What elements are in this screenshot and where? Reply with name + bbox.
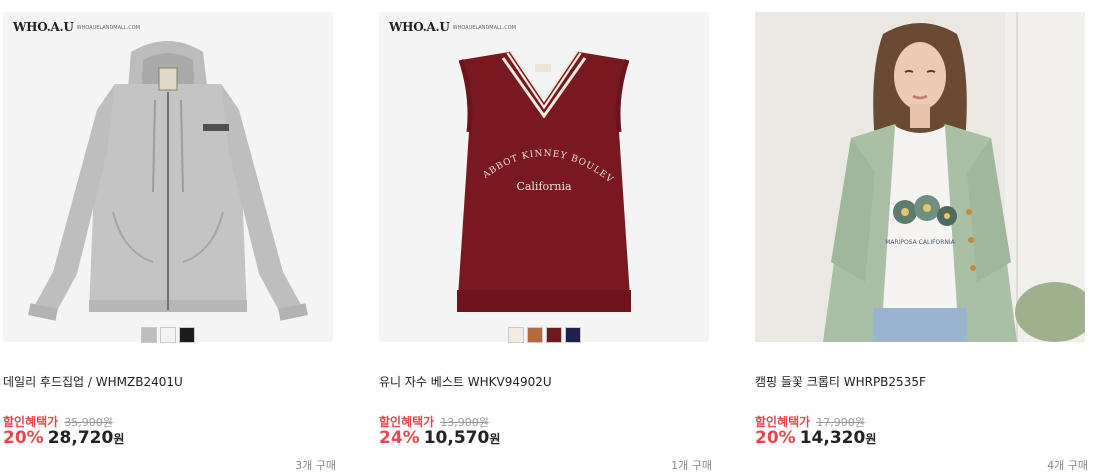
- color-swatch-white[interactable]: [160, 327, 176, 343]
- currency-unit: 원: [489, 432, 501, 446]
- purchase-count: 1개 구매: [671, 459, 712, 472]
- brand-logo: WHO.A.U WHOAUELANDMALL.COM: [13, 20, 140, 34]
- color-swatch-black[interactable]: [179, 327, 195, 343]
- sale-price: 14,320: [799, 428, 866, 448]
- color-swatch-gray[interactable]: [141, 327, 157, 343]
- promo-label: 할인혜택가: [3, 415, 59, 429]
- product-card[interactable]: ABBOT KINNEY BOULEVARD California WHO.A.…: [379, 12, 712, 472]
- purchase-count: 3개 구매: [295, 459, 336, 472]
- tee-print: MARIPOSA CALIFORNIA: [885, 239, 955, 246]
- product-title[interactable]: 유니 자수 베스트 WHKV94902U: [379, 373, 552, 390]
- color-swatches: [3, 327, 333, 343]
- hoodie-illustration: [28, 41, 308, 321]
- color-swatch-brown[interactable]: [526, 327, 543, 343]
- color-swatch-ivory[interactable]: [507, 327, 524, 343]
- brand-logo: WHO.A.U WHOAUELANDMALL.COM: [389, 20, 516, 34]
- color-swatches: [379, 327, 709, 343]
- discount-rate: 20%: [755, 428, 796, 448]
- product-title[interactable]: 데일리 후드집업 / WHMZB2401U: [3, 373, 183, 390]
- discount-rate: 20%: [3, 428, 44, 448]
- embroidery-text: California: [516, 180, 572, 193]
- promo-label: 할인혜택가: [755, 415, 811, 429]
- product-title[interactable]: 캠핑 들꽃 크롭티 WHRPB2535F: [755, 373, 926, 390]
- sale-price-row: 20% 14,320원: [755, 428, 876, 448]
- discount-rate: 24%: [379, 428, 420, 448]
- sale-price: 28,720: [47, 428, 114, 448]
- currency-unit: 원: [113, 432, 125, 446]
- product-card[interactable]: MARIPOSA CALIFORNIA 캠핑 들꽃 크롭티 WHRPB2535F…: [755, 12, 1088, 472]
- sale-price-row: 20% 28,720원: [3, 428, 124, 448]
- sale-price: 10,570: [423, 428, 490, 448]
- vest-illustration: ABBOT KINNEY BOULEVARD California: [379, 12, 631, 312]
- product-image[interactable]: MARIPOSA CALIFORNIA: [755, 12, 1085, 342]
- purchase-count: 4개 구매: [1047, 459, 1088, 472]
- product-image[interactable]: WHO.A.U WHOAUELANDMALL.COM: [3, 12, 333, 342]
- model-photo: MARIPOSA CALIFORNIA: [755, 12, 1085, 342]
- color-swatch-navy[interactable]: [564, 327, 581, 343]
- sale-price-row: 24% 10,570원: [379, 428, 500, 448]
- promo-label: 할인혜택가: [379, 415, 435, 429]
- color-swatch-burgundy[interactable]: [545, 327, 562, 343]
- product-image[interactable]: ABBOT KINNEY BOULEVARD California WHO.A.…: [379, 12, 709, 342]
- product-card[interactable]: WHO.A.U WHOAUELANDMALL.COM 데일리 후드집업 / WHM…: [3, 12, 336, 472]
- currency-unit: 원: [865, 432, 877, 446]
